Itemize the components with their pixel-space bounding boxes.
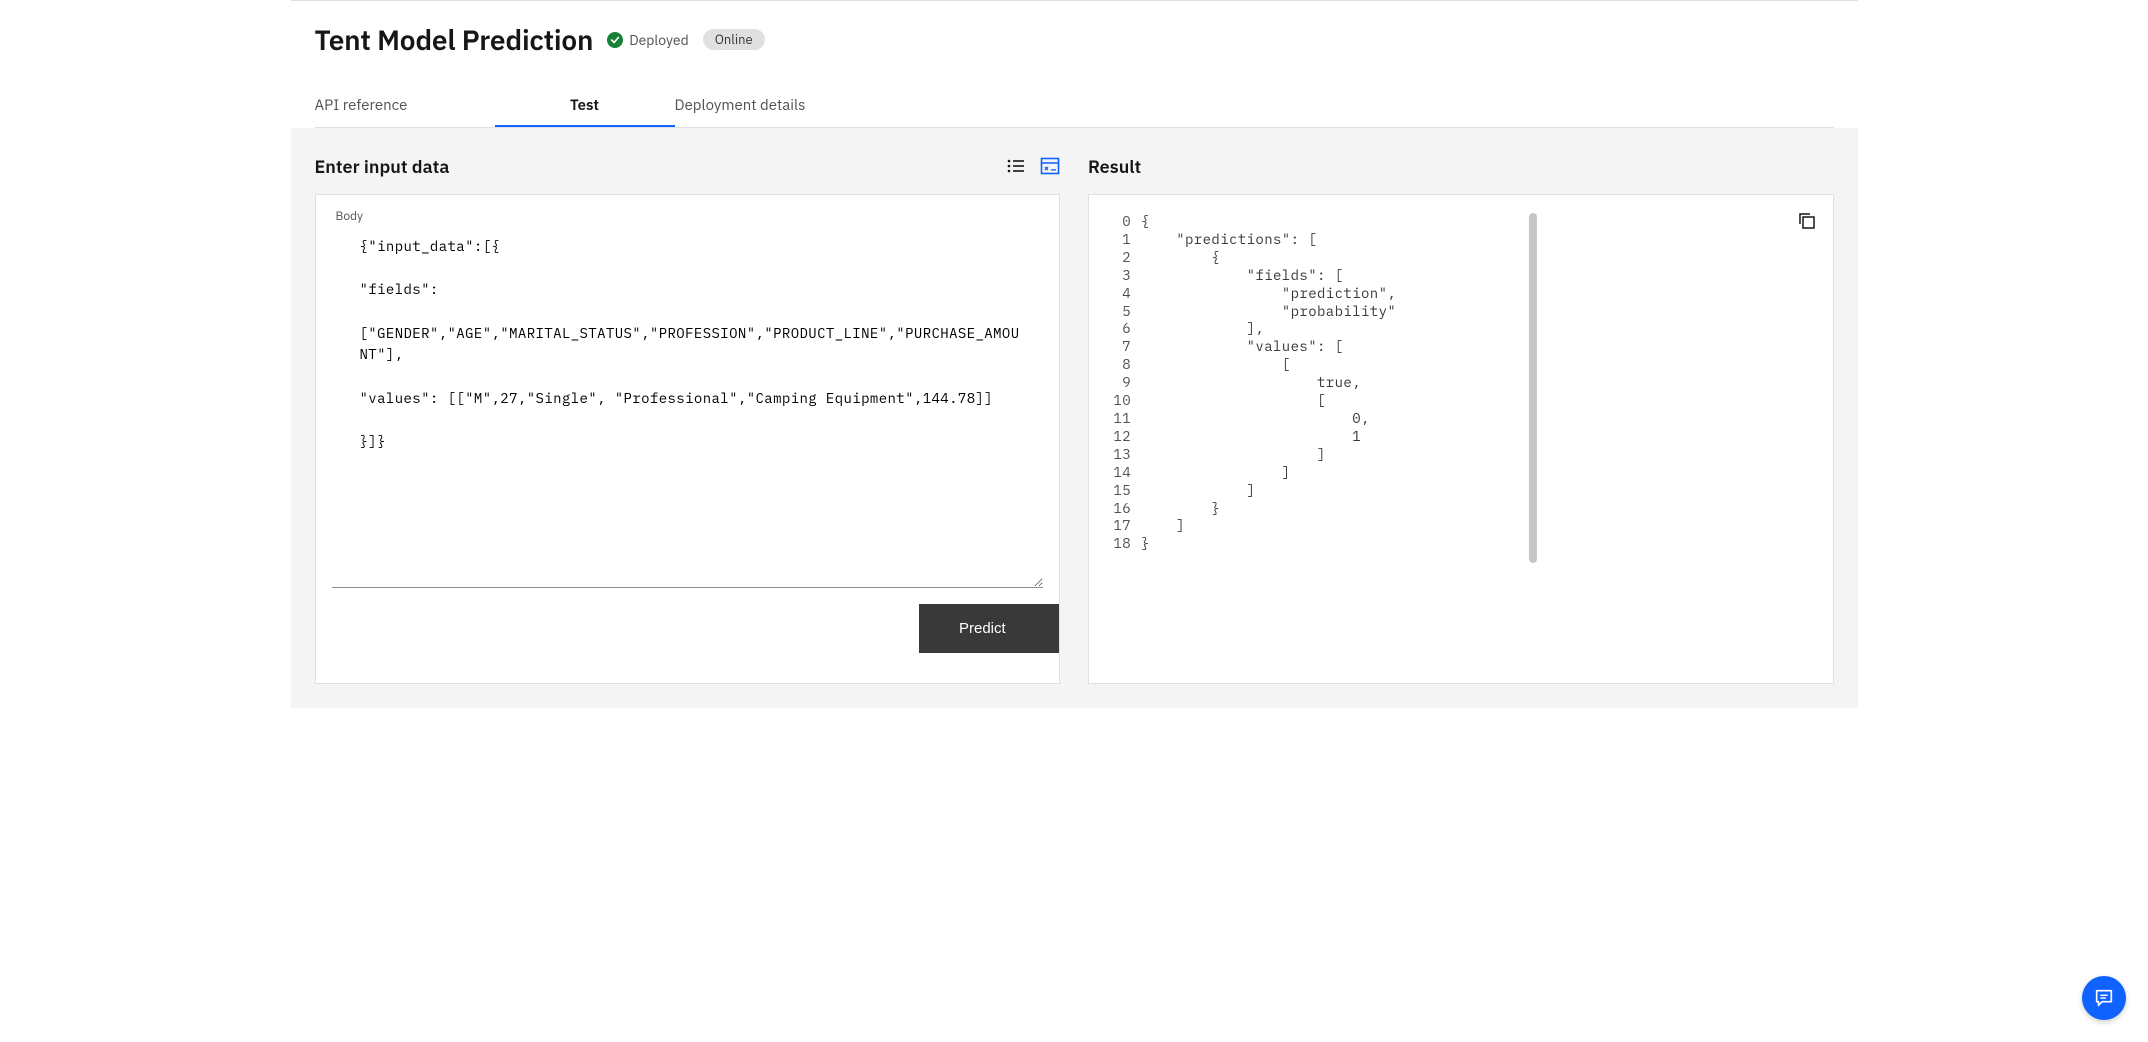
line-number: 9 — [1107, 374, 1141, 392]
result-line: 10 [ — [1107, 392, 1785, 410]
line-number: 4 — [1107, 285, 1141, 303]
result-output: 0{1 "predictions": [2 {3 "fields": [4 "p… — [1107, 213, 1785, 665]
line-content: { — [1141, 213, 1150, 231]
tab-deployment-details[interactable]: Deployment details — [675, 86, 855, 127]
result-line: 4 "prediction", — [1107, 285, 1785, 303]
result-line: 15 ] — [1107, 482, 1785, 500]
line-number: 11 — [1107, 410, 1141, 428]
line-content: "probability" — [1141, 303, 1396, 321]
result-line: 9 true, — [1107, 374, 1785, 392]
result-line: 2 { — [1107, 249, 1785, 267]
result-panel: 0{1 "predictions": [2 {3 "fields": [4 "p… — [1088, 194, 1834, 684]
result-line: 17 ] — [1107, 517, 1785, 535]
body-label: Body — [316, 195, 1060, 228]
line-number: 8 — [1107, 356, 1141, 374]
line-number: 1 — [1107, 231, 1141, 249]
line-content: } — [1141, 535, 1150, 553]
chat-fab-icon[interactable] — [2082, 976, 2126, 1020]
scrollbar[interactable] — [1529, 213, 1537, 563]
deployed-label: Deployed — [629, 31, 689, 49]
result-line: 1 "predictions": [ — [1107, 231, 1785, 249]
result-line: 18} — [1107, 535, 1785, 553]
input-panel: Body Predict — [315, 194, 1061, 684]
line-content: [ — [1141, 392, 1326, 410]
line-content: 0, — [1141, 410, 1370, 428]
line-number: 2 — [1107, 249, 1141, 267]
result-panel-title: Result — [1088, 155, 1141, 178]
line-content: "values": [ — [1141, 338, 1343, 356]
line-number: 5 — [1107, 303, 1141, 321]
line-content: true, — [1141, 374, 1361, 392]
line-content: [ — [1141, 356, 1291, 374]
line-number: 12 — [1107, 428, 1141, 446]
line-number: 7 — [1107, 338, 1141, 356]
line-content: } — [1141, 500, 1220, 518]
json-view-icon[interactable] — [1040, 156, 1060, 176]
result-line: 12 1 — [1107, 428, 1785, 446]
status-deployed: Deployed — [607, 31, 689, 49]
line-content: ] — [1141, 464, 1291, 482]
line-content: "fields": [ — [1141, 267, 1343, 285]
result-line: 14 ] — [1107, 464, 1785, 482]
result-line: 0{ — [1107, 213, 1785, 231]
copy-icon[interactable] — [1797, 211, 1817, 235]
line-content: { — [1141, 249, 1220, 267]
line-number: 3 — [1107, 267, 1141, 285]
page-title: Tent Model Prediction — [315, 21, 594, 58]
list-view-icon[interactable] — [1006, 156, 1026, 176]
line-number: 0 — [1107, 213, 1141, 231]
tabs: API reference Test Deployment details — [315, 86, 1834, 128]
result-line: 13 ] — [1107, 446, 1785, 464]
line-content: "prediction", — [1141, 285, 1396, 303]
online-pill: Online — [703, 29, 765, 50]
input-panel-title: Enter input data — [315, 155, 450, 178]
line-number: 6 — [1107, 320, 1141, 338]
result-line: 7 "values": [ — [1107, 338, 1785, 356]
line-content: ] — [1141, 446, 1326, 464]
result-line: 8 [ — [1107, 356, 1785, 374]
result-line: 6 ], — [1107, 320, 1785, 338]
input-body-textarea[interactable] — [332, 228, 1044, 588]
line-number: 14 — [1107, 464, 1141, 482]
result-line: 11 0, — [1107, 410, 1785, 428]
line-content: "predictions": [ — [1141, 231, 1317, 249]
check-circle-icon — [607, 32, 623, 48]
tab-api-reference[interactable]: API reference — [315, 86, 495, 127]
result-line: 3 "fields": [ — [1107, 267, 1785, 285]
line-number: 17 — [1107, 517, 1141, 535]
predict-button[interactable]: Predict — [919, 604, 1059, 653]
line-number: 16 — [1107, 500, 1141, 518]
line-number: 10 — [1107, 392, 1141, 410]
line-content: 1 — [1141, 428, 1361, 446]
line-content: ], — [1141, 320, 1264, 338]
result-line: 16 } — [1107, 500, 1785, 518]
line-number: 13 — [1107, 446, 1141, 464]
line-number: 18 — [1107, 535, 1141, 553]
line-content: ] — [1141, 517, 1185, 535]
line-content: ] — [1141, 482, 1255, 500]
line-number: 15 — [1107, 482, 1141, 500]
tab-test[interactable]: Test — [495, 86, 675, 127]
result-line: 5 "probability" — [1107, 303, 1785, 321]
